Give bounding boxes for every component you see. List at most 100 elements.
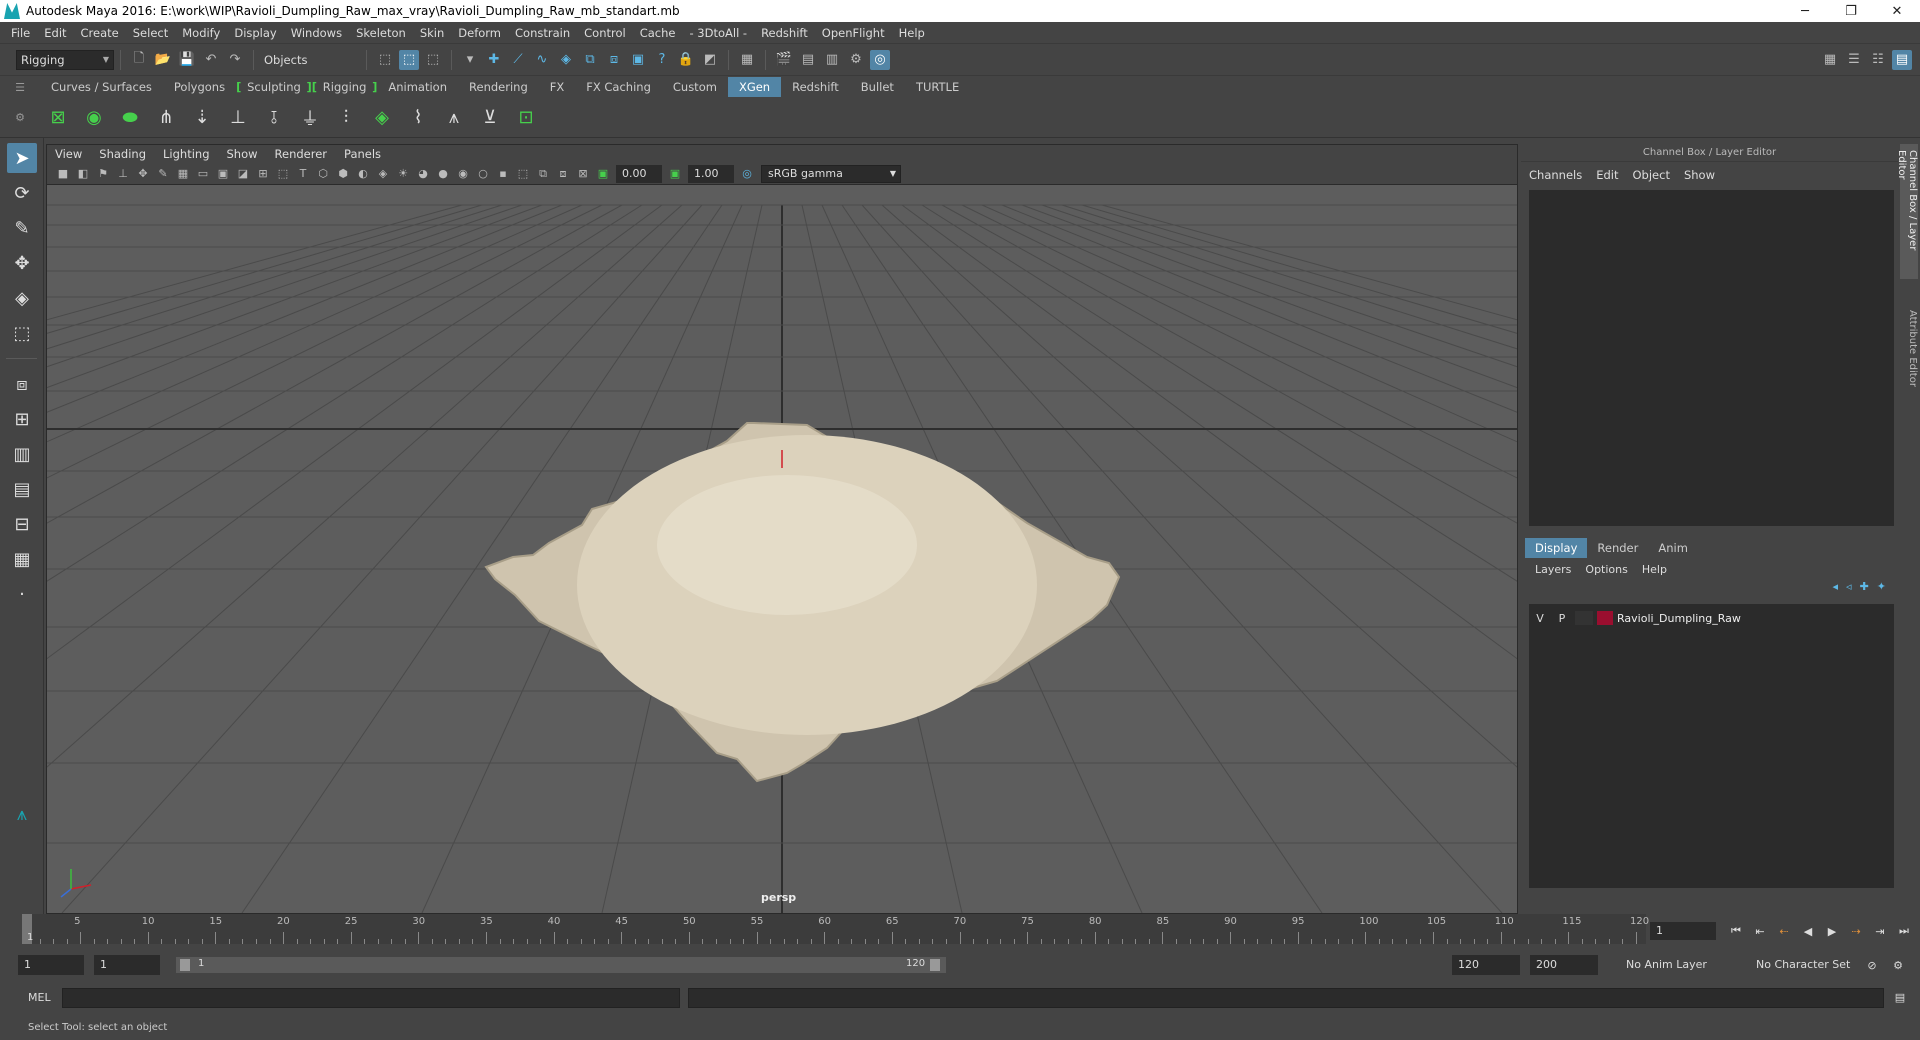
tab-bullet[interactable]: Bullet (850, 77, 905, 97)
select-tool-icon[interactable]: ➤ (7, 143, 37, 173)
gamma-icon[interactable]: ▣ (666, 165, 684, 183)
menu-layer-help[interactable]: Help (1642, 563, 1667, 576)
select-by-misc-icon[interactable]: ? (652, 50, 672, 70)
step-forward-frame-icon[interactable]: ⇢ (1846, 922, 1866, 940)
select-component-icon[interactable]: ⬚ (423, 50, 443, 70)
menu-control[interactable]: Control (577, 26, 633, 40)
select-by-joint-icon[interactable]: ⟋ (508, 50, 528, 70)
xgen-groom-icon[interactable]: ⊡ (510, 102, 542, 134)
depth-of-field-icon[interactable]: ▪ (494, 165, 512, 183)
menu-channels[interactable]: Channels (1529, 168, 1582, 182)
paint-select-tool-icon[interactable]: ✎ (7, 213, 37, 243)
xgen-editor-icon[interactable]: ⊠ (42, 102, 74, 134)
character-set-dropdown[interactable]: No Character Set (1750, 955, 1862, 975)
render-frame-icon[interactable]: ▤ (798, 50, 818, 70)
persp-texture-layout-icon[interactable]: ▦ (7, 544, 37, 574)
select-by-handle-icon[interactable]: ✚ (484, 50, 504, 70)
open-scene-icon[interactable]: 📂 (153, 50, 173, 70)
move-tool-icon[interactable]: ✥ (7, 248, 37, 278)
menuset-dropdown[interactable]: Rigging ▼ (16, 49, 114, 70)
isolate-select-icon[interactable]: ⬚ (514, 165, 532, 183)
menu-select[interactable]: Select (126, 26, 175, 40)
select-by-rendering-icon[interactable]: ▣ (628, 50, 648, 70)
hypershade-layout-icon[interactable]: ⊟ (7, 509, 37, 539)
go-to-end-icon[interactable]: ⏭ (1894, 922, 1914, 940)
image-plane-icon[interactable]: ⊥ (114, 165, 132, 183)
new-scene-icon[interactable]: 🗋 (129, 50, 149, 70)
xgen-guide-length-icon[interactable]: ⫱ (258, 102, 290, 134)
hypershade-icon[interactable]: ◎ (870, 49, 890, 70)
select-by-curve-icon[interactable]: ∿ (532, 50, 552, 70)
channels-list[interactable] (1529, 190, 1894, 526)
layer-display-type[interactable] (1575, 611, 1593, 625)
attribute-editor-icon[interactable]: ☰ (1844, 50, 1864, 70)
viewport-menu-renderer[interactable]: Renderer (275, 147, 337, 161)
select-object-icon[interactable]: ⬚ (399, 49, 419, 70)
shelf-menu-icon[interactable]: ☰ (0, 81, 40, 94)
menu-skin[interactable]: Skin (413, 26, 451, 40)
tab-custom[interactable]: Custom (662, 77, 728, 97)
xgen-sculpt-guide-icon[interactable]: ⊥ (222, 102, 254, 134)
layer-color-swatch[interactable] (1597, 611, 1613, 625)
modeling-toolkit-icon[interactable]: ▦ (1820, 50, 1840, 70)
tab-sculpting[interactable]: Sculpting (236, 77, 312, 97)
xgen-comb-icon[interactable]: ⩚ (438, 102, 470, 134)
menu-3dtoall[interactable]: - 3DtoAll - (682, 26, 754, 40)
current-frame-field[interactable]: 1 (1650, 922, 1716, 940)
menu-file[interactable]: File (4, 26, 37, 40)
layer-playback-toggle[interactable]: P (1551, 612, 1573, 625)
color-management-icon[interactable]: ◎ (738, 165, 756, 183)
move-layer-down-icon[interactable]: ◃ (1846, 580, 1852, 600)
select-by-dynamic-icon[interactable]: ⧈ (604, 50, 624, 70)
restore-button[interactable]: ❐ (1828, 0, 1874, 22)
motion-blur-icon[interactable]: ◉ (454, 165, 472, 183)
tab-render-layers[interactable]: Render (1587, 538, 1648, 558)
ambient-occlusion-icon[interactable]: ● (434, 165, 452, 183)
menu-options[interactable]: Options (1585, 563, 1627, 576)
menu-modify[interactable]: Modify (175, 26, 227, 40)
menu-help[interactable]: Help (892, 26, 932, 40)
custom-layout-icon[interactable]: · (7, 579, 37, 609)
range-bar[interactable]: 1 120 (176, 957, 946, 973)
script-editor-icon[interactable]: ▤ (1890, 988, 1910, 1006)
menu-skeleton[interactable]: Skeleton (349, 26, 413, 40)
anim-layer-dropdown[interactable]: No Anim Layer (1620, 955, 1740, 975)
xgen-cut-icon[interactable]: ⊻ (474, 102, 506, 134)
step-back-key-icon[interactable]: ⇤ (1750, 922, 1770, 940)
viewport-menu-view[interactable]: View (55, 147, 91, 161)
playback-start-field[interactable]: 1 (94, 955, 160, 975)
smooth-shade-icon[interactable]: ⬢ (334, 165, 352, 183)
tab-display-layers[interactable]: Display (1525, 538, 1588, 558)
four-view-layout-icon[interactable]: ⊞ (7, 404, 37, 434)
redo-icon[interactable]: ↷ (225, 50, 245, 70)
exposure-field[interactable]: 0.00 (616, 164, 662, 183)
menu-display[interactable]: Display (227, 26, 283, 40)
textured-icon[interactable]: ◈ (374, 165, 392, 183)
camera-icon[interactable]: ■ (54, 165, 72, 183)
exposure-icon[interactable]: ▣ (594, 165, 612, 183)
new-layer-icon[interactable]: ✚ (1860, 580, 1869, 600)
tool-settings-icon[interactable]: ☷ (1868, 50, 1888, 70)
undo-icon[interactable]: ↶ (201, 50, 221, 70)
camera-attributes-icon[interactable]: ◧ (74, 165, 92, 183)
menu-channel-show[interactable]: Show (1684, 168, 1715, 182)
move-layer-up-icon[interactable]: ◂ (1833, 580, 1839, 600)
menu-edit[interactable]: Edit (37, 26, 73, 40)
side-tab-attribute-editor[interactable]: Attribute Editor (1900, 304, 1918, 394)
view-transform-dropdown[interactable]: sRGB gamma ▼ (761, 164, 901, 183)
anti-aliasing-icon[interactable]: ○ (474, 165, 492, 183)
xgen-layers-icon[interactable]: ◈ (366, 102, 398, 134)
ipr-render-icon[interactable]: ▥ (822, 50, 842, 70)
gamma-field[interactable]: 1.00 (688, 164, 734, 183)
menu-windows[interactable]: Windows (284, 26, 349, 40)
gate-mask-icon[interactable]: ◪ (234, 165, 252, 183)
tab-xgen[interactable]: XGen (727, 77, 782, 97)
xgen-bend-icon[interactable]: ⌇ (402, 102, 434, 134)
menu-cache[interactable]: Cache (633, 26, 683, 40)
menu-constrain[interactable]: Constrain (508, 26, 577, 40)
rotate-tool-icon[interactable]: ◈ (7, 283, 37, 313)
layer-row[interactable]: V P Ravioli_Dumpling_Raw (1529, 608, 1894, 628)
safe-action-icon[interactable]: ⬚ (274, 165, 292, 183)
side-tab-channel-box[interactable]: Channel Box / Layer Editor (1896, 144, 1918, 279)
menu-deform[interactable]: Deform (451, 26, 508, 40)
